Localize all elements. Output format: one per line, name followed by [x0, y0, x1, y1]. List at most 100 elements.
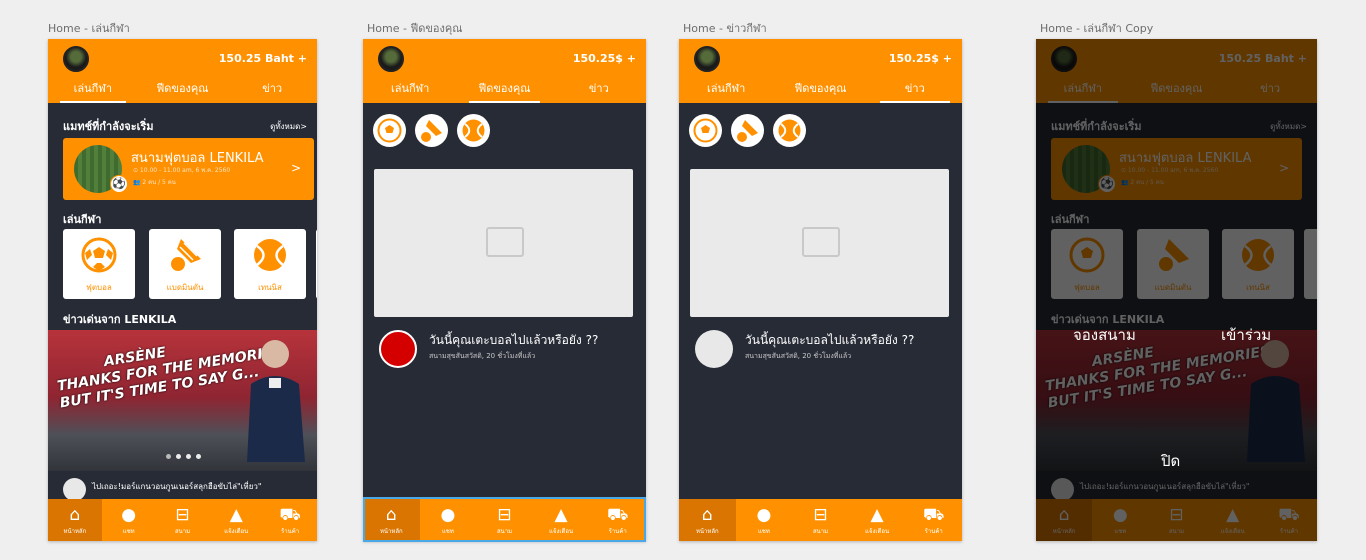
- soccer-ball-icon: [81, 237, 117, 273]
- balance[interactable]: 150.25$ +: [889, 52, 952, 65]
- nav-label: สนาม: [812, 528, 829, 535]
- nav-label: หน้าหลัก: [63, 528, 87, 535]
- artboard-home-play-copy: 150.25 Baht + เล่นกีฬา ฟีดของคุณ ข่าว แม…: [1036, 39, 1317, 541]
- nav-label: แจ้งเตือน: [224, 528, 249, 535]
- nav-field[interactable]: ⊟ สนาม: [476, 499, 533, 541]
- nav-notify[interactable]: ▲ แจ้งเตือน: [533, 499, 590, 541]
- news-image[interactable]: ARSÈNE THANKS FOR THE MEMORIES BUT IT'S …: [48, 330, 317, 480]
- tab-bar: เล่นกีฬา ฟีดของคุณ ข่าว: [363, 79, 646, 103]
- nav-label: แชท: [122, 528, 135, 535]
- close-button[interactable]: ปิด: [1161, 449, 1180, 473]
- shuttlecock-icon[interactable]: [731, 114, 764, 147]
- nav-field[interactable]: ⊟ สนาม: [156, 499, 210, 541]
- bell-icon: ▲: [554, 505, 568, 525]
- match-people: 👥 2 คน / 5 คน: [133, 179, 176, 186]
- artboard-label-feed: Home - ฟีดของคุณ: [367, 22, 463, 35]
- post-avatar[interactable]: [379, 330, 417, 368]
- profile-avatar[interactable]: [378, 46, 404, 72]
- post-image-placeholder[interactable]: [374, 169, 633, 317]
- bell-icon: ▲: [870, 505, 884, 525]
- nav-label: หน้าหลัก: [379, 528, 403, 535]
- artboard-label-play: Home - เล่นกีฬา: [48, 22, 130, 35]
- action-overlay[interactable]: จองสนาม เข้าร่วม ปิด: [1036, 39, 1317, 541]
- nav-home[interactable]: ⌂ หน้าหลัก: [679, 499, 736, 541]
- home-icon: ⌂: [385, 505, 397, 525]
- balance[interactable]: 150.25 Baht +: [219, 52, 307, 65]
- nav-home[interactable]: ⌂ หน้าหลัก: [48, 499, 102, 541]
- top-bar: 150.25$ + เล่นกีฬา ฟีดของคุณ ข่าว: [363, 39, 646, 103]
- join-button[interactable]: เข้าร่วม: [1221, 323, 1271, 347]
- artboard-home-news: 150.25$ + เล่นกีฬา ฟีดของคุณ ข่าว วันนี้…: [679, 39, 962, 541]
- profile-avatar[interactable]: [63, 46, 89, 72]
- sport-filter-row: [689, 114, 806, 147]
- artboard-home-play: 150.25 Baht + เล่นกีฬา ฟีดของคุณ ข่าว แม…: [48, 39, 317, 541]
- tab-news[interactable]: ข่าว: [868, 79, 962, 103]
- profile-avatar[interactable]: [694, 46, 720, 72]
- tab-bar: เล่นกีฬา ฟีดของคุณ ข่าว: [48, 79, 317, 103]
- tab-play[interactable]: เล่นกีฬา: [48, 79, 138, 103]
- bottom-nav: ⌂ หน้าหลัก ● แชท ⊟ สนาม ▲ แจ้งเตือน ⛟ ร้านค้า: [48, 499, 317, 541]
- artboard-label-play-copy: Home - เล่นกีฬา Copy: [1040, 22, 1154, 35]
- tab-bar: เล่นกีฬา ฟีดของคุณ ข่าว: [679, 79, 962, 103]
- tab-news[interactable]: ข่าว: [552, 79, 646, 103]
- nav-label: สนาม: [496, 528, 513, 535]
- news-headline-strip[interactable]: ไปเถอะ!มอร์แกนวอนกูนเนอร์สลุกฮือขับไล่"เ…: [48, 471, 317, 501]
- carousel-dots[interactable]: [166, 454, 201, 459]
- match-card[interactable]: ⚽ สนามฟุตบอล LENKILA ⊙ 10.00 - 11.00 am,…: [63, 138, 314, 200]
- see-all-link[interactable]: ดูทั้งหมด>: [270, 120, 307, 133]
- cart-icon: ⛟: [922, 505, 945, 525]
- shuttlecock-icon: [171, 239, 201, 271]
- sport-label: แบดมินตัน: [166, 283, 204, 292]
- book-field-button[interactable]: จองสนาม: [1073, 323, 1136, 347]
- chevron-right-icon[interactable]: >: [291, 161, 301, 175]
- nav-chat[interactable]: ● แชท: [102, 499, 156, 541]
- chat-icon: ●: [121, 505, 137, 525]
- nav-label: สนาม: [174, 528, 191, 535]
- post-image-placeholder[interactable]: [690, 169, 949, 317]
- bell-icon: ▲: [229, 505, 243, 525]
- nav-home[interactable]: ⌂ หน้าหลัก: [363, 499, 420, 541]
- tennis-ball-icon[interactable]: [773, 114, 806, 147]
- tab-feed[interactable]: ฟีดของคุณ: [773, 79, 867, 103]
- field-icon: ⊟: [175, 505, 190, 525]
- field-icon: ⊟: [497, 505, 512, 525]
- sport-card-football[interactable]: ฟุตบอล: [63, 229, 135, 299]
- nav-label: แจ้งเตือน: [549, 528, 574, 535]
- tennis-ball-icon[interactable]: [457, 114, 490, 147]
- nav-shop[interactable]: ⛟ ร้านค้า: [589, 499, 646, 541]
- shuttlecock-icon[interactable]: [415, 114, 448, 147]
- bottom-nav: ⌂ หน้าหลัก ● แชท ⊟ สนาม ▲ แจ้งเตือน ⛟ ร้านค้า: [679, 499, 962, 541]
- sport-card-tennis[interactable]: เทนนิส: [234, 229, 306, 299]
- tab-feed[interactable]: ฟีดของคุณ: [138, 79, 228, 103]
- field-icon: ⊟: [813, 505, 828, 525]
- nav-notify[interactable]: ▲ แจ้งเตือน: [849, 499, 906, 541]
- nav-chat[interactable]: ● แชท: [420, 499, 477, 541]
- nav-notify[interactable]: ▲ แจ้งเตือน: [209, 499, 263, 541]
- balance[interactable]: 150.25$ +: [573, 52, 636, 65]
- tab-play[interactable]: เล่นกีฬา: [363, 79, 457, 103]
- nav-shop[interactable]: ⛟ ร้านค้า: [263, 499, 317, 541]
- post-title: วันนี้คุณเตะบอลไปแล้วหรือยัง ??: [429, 333, 599, 347]
- nav-field[interactable]: ⊟ สนาม: [792, 499, 849, 541]
- soccer-ball-icon[interactable]: [373, 114, 406, 147]
- nav-chat[interactable]: ● แชท: [736, 499, 793, 541]
- sport-label: ฟุตบอล: [86, 283, 112, 292]
- nav-label: แจ้งเตือน: [865, 528, 890, 535]
- match-time: ⊙ 10.00 - 11.00 am, 6 พ.ค. 2560: [133, 167, 231, 174]
- sport-card-badminton[interactable]: แบดมินตัน: [149, 229, 221, 299]
- post-avatar[interactable]: [695, 330, 733, 368]
- home-icon: ⌂: [69, 505, 81, 525]
- nav-label: ร้านค้า: [281, 528, 300, 535]
- soccer-ball-icon[interactable]: [689, 114, 722, 147]
- tab-feed[interactable]: ฟีดของคุณ: [457, 79, 551, 103]
- nav-shop[interactable]: ⛟ ร้านค้า: [905, 499, 962, 541]
- sport-card-partial[interactable]: [316, 229, 317, 299]
- soccer-ball-icon: ⚽: [110, 175, 128, 193]
- artboard-label-news: Home - ข่าวกีฬา: [683, 22, 767, 35]
- nav-label: หน้าหลัก: [695, 528, 719, 535]
- cart-icon: ⛟: [279, 505, 301, 525]
- tab-news[interactable]: ข่าว: [227, 79, 317, 103]
- post-meta: สนามสุขสันสวัสดิ, 20 ชั่วโมงที่แล้ว: [745, 352, 852, 360]
- nav-label: ร้านค้า: [608, 528, 627, 535]
- tab-play[interactable]: เล่นกีฬา: [679, 79, 773, 103]
